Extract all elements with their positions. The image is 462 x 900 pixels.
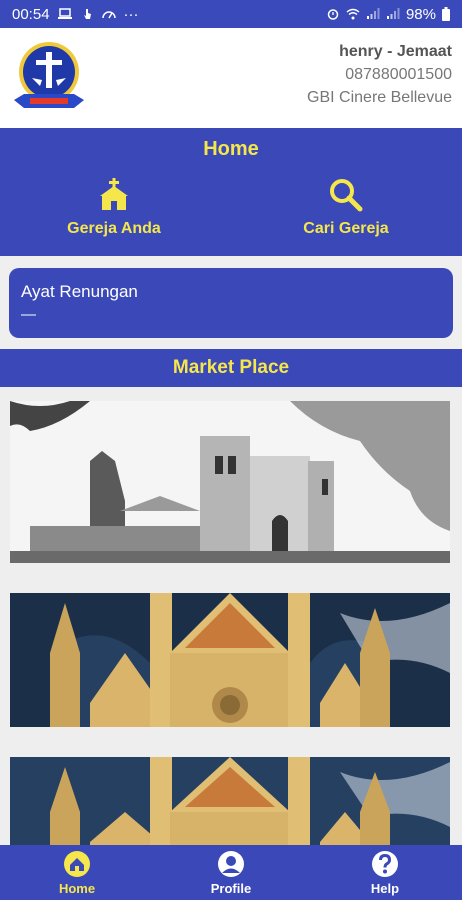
gereja-anda-button[interactable]: Gereja Anda: [34, 178, 194, 250]
ayat-renungan-card[interactable]: Ayat Renungan —: [9, 268, 453, 338]
home-icon: [64, 851, 90, 877]
nav-profile-label: Profile: [210, 881, 252, 896]
market-item-cathedral-bw[interactable]: [10, 401, 450, 563]
signal-icon: [366, 8, 380, 19]
status-bar: 00:54 ··· 98%: [0, 0, 462, 28]
home-title: Home: [203, 138, 259, 160]
battery-percent: 98%: [405, 5, 436, 23]
nav-profile[interactable]: Profile: [154, 845, 308, 900]
user-church: GBI Cinere Bellevue: [307, 89, 452, 106]
home-panel: Home Gereja Anda Cari Gereja: [0, 128, 462, 256]
church-icon: [100, 178, 128, 210]
user-info: henry - Jemaat 087880001500 GBI Cinere B…: [307, 40, 452, 109]
cari-gereja-button[interactable]: Cari Gereja: [266, 178, 426, 250]
church-logo: [14, 42, 84, 108]
alarm-icon: [327, 9, 339, 20]
user-name: henry - Jemaat: [339, 43, 452, 60]
status-time: 00:54: [12, 5, 50, 23]
gereja-anda-label: Gereja Anda: [67, 220, 161, 237]
wifi-icon: [346, 8, 360, 20]
profile-icon: [218, 851, 244, 877]
cathedral-color-image: [10, 593, 450, 727]
user-phone: 087880001500: [345, 66, 452, 83]
market-item-cathedral-color-2[interactable]: [10, 757, 450, 845]
nav-home-label: Home: [58, 881, 96, 896]
status-more: ···: [123, 5, 139, 23]
cathedral-color-image-2: [10, 757, 450, 845]
market-place-title: Market Place: [0, 349, 462, 387]
signal-icon-2: [386, 8, 400, 19]
status-left: 00:54 ···: [12, 6, 139, 23]
app-header: henry - Jemaat 087880001500 GBI Cinere B…: [0, 28, 462, 128]
market-item-cathedral-color-1[interactable]: [10, 593, 450, 727]
touch-icon: [83, 9, 91, 19]
ayat-text: —: [21, 306, 36, 323]
bottom-nav: Home Profile Help: [0, 845, 462, 900]
market-list: [0, 387, 462, 845]
help-icon: [372, 851, 398, 877]
nav-help[interactable]: Help: [308, 845, 462, 900]
cathedral-bw-image: [10, 401, 450, 563]
laptop-icon: [57, 8, 72, 19]
status-right: 98%: [326, 6, 450, 23]
search-icon: [330, 179, 363, 212]
speed-icon: [101, 11, 116, 19]
nav-home[interactable]: Home: [0, 845, 154, 900]
cari-gereja-label: Cari Gereja: [303, 220, 389, 237]
ayat-title: Ayat Renungan: [21, 282, 138, 301]
battery-icon: [442, 7, 450, 21]
nav-help-label: Help: [370, 881, 400, 896]
